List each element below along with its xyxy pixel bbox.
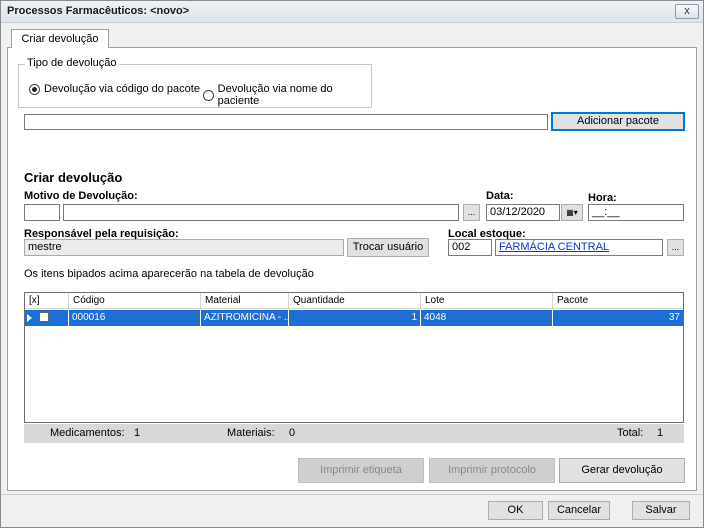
radio-selected-icon [29,83,40,95]
column-header[interactable]: Material [201,293,289,309]
cell-lote[interactable]: 4048 [421,310,553,326]
row-checkbox[interactable] [39,312,49,322]
cell-quantidade[interactable]: 1 [289,310,421,326]
total-label: Total: [617,427,644,439]
radio-nome-label: Devolução via nome do paciente [217,83,333,107]
close-icon: x [684,5,690,17]
total-value: 1 [657,427,664,439]
table-header: [x] Código Material Quantidade Lote Paco… [25,293,683,309]
local-name-link[interactable]: FARMÁCIA CENTRAL [499,241,609,253]
section-title: Criar devolução [24,170,123,185]
radio-nome-paciente[interactable]: Devolução via nome do paciente [203,83,371,107]
salvar-button[interactable]: Salvar [632,501,690,520]
imprimir-etiqueta-button[interactable]: Imprimir etiqueta [298,458,424,483]
calendar-dropdown-button[interactable]: ▦▾ [561,204,583,221]
motivo-text-input[interactable] [63,204,459,221]
radio-codigo-label: Devolução via código do pacote [44,83,200,95]
cell-pacote[interactable]: 37 [553,310,683,326]
footer-divider [1,494,703,495]
trocar-usuario-button[interactable]: Trocar usuário [347,238,429,257]
column-header[interactable]: Pacote [553,293,683,309]
window-title: Processos Farmacêuticos: <novo> [7,5,190,17]
tipo-devolucao-legend: Tipo de devolução [25,57,119,69]
row-checkbox-cell[interactable] [25,310,69,326]
tab-criar-devolucao[interactable]: Criar devolução [11,29,109,48]
motivo-lookup-button[interactable]: ... [463,204,480,221]
local-name-input[interactable]: FARMÁCIA CENTRAL [495,239,663,256]
motivo-label: Motivo de Devolução: [24,190,138,202]
devolucao-table[interactable]: [x] Código Material Quantidade Lote Paco… [24,292,684,423]
hora-label: Hora: [588,192,617,204]
materiais-value: 0 [289,427,296,439]
column-header[interactable]: [x] [25,293,69,309]
cell-codigo[interactable]: 000016 [69,310,201,326]
table-row[interactable]: 000016 AZITROMICINA - ... 1 4048 37 [25,310,683,326]
responsavel-input: mestre [24,239,344,256]
pacote-input[interactable] [24,114,548,130]
cancelar-button[interactable]: Cancelar [548,501,610,520]
column-header[interactable]: Lote [421,293,553,309]
data-input[interactable]: 03/12/2020 [486,204,560,221]
radio-unselected-icon [203,89,214,101]
data-label: Data: [486,190,514,202]
motivo-code-input[interactable] [24,204,60,221]
tab-panel: Tipo de devolução Devolução via código d… [7,47,697,491]
materiais-label: Materiais: [227,427,275,439]
calendar-icon: ▦▾ [566,208,578,217]
hora-input[interactable]: __:__ [588,204,684,221]
dialog-window: Processos Farmacêuticos: <novo> x Criar … [0,0,704,528]
cell-material[interactable]: AZITROMICINA - ... [201,310,289,326]
medicamentos-label: Medicamentos: [50,427,125,439]
summary-bar: Medicamentos: 1 Materiais: 0 Total: 1 [24,424,684,443]
local-lookup-button[interactable]: ... [667,239,684,256]
adicionar-pacote-button[interactable]: Adicionar pacote [551,112,685,131]
medicamentos-value: 1 [134,427,141,439]
radio-codigo-pacote[interactable]: Devolução via código do pacote [29,83,200,95]
ok-button[interactable]: OK [488,501,543,520]
column-header[interactable]: Quantidade [289,293,421,309]
local-code-input[interactable]: 002 [448,239,492,256]
close-button[interactable]: x [675,4,699,19]
info-text: Os itens bipados acima aparecerão na tab… [24,268,314,280]
tipo-devolucao-group: Tipo de devolução Devolução via código d… [18,57,372,108]
title-bar[interactable]: Processos Farmacêuticos: <novo> x [1,1,703,23]
column-header[interactable]: Código [69,293,201,309]
gerar-devolucao-button[interactable]: Gerar devolução [559,458,685,483]
imprimir-protocolo-button[interactable]: Imprimir protocolo [429,458,555,483]
